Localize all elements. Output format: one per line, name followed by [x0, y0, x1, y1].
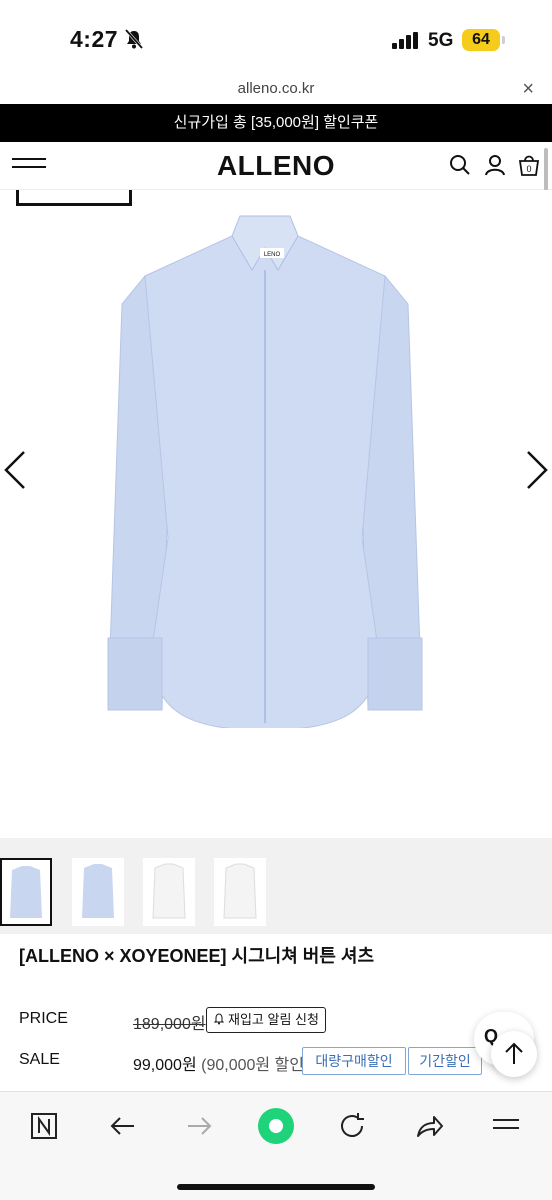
search-icon[interactable] [448, 153, 472, 177]
battery-level: 64 [462, 29, 500, 51]
thumbnail[interactable] [0, 858, 52, 926]
reload-icon[interactable] [336, 1110, 368, 1142]
bell-icon [213, 1013, 225, 1025]
url-text[interactable]: alleno.co.kr [0, 80, 552, 97]
status-bar: 4:27 5G 64 [0, 0, 552, 80]
home-indicator [177, 1184, 375, 1190]
cart-count: 0 [526, 164, 531, 174]
svg-text:LENO: LENO [264, 252, 281, 258]
period-discount-button[interactable]: 기간할인 [408, 1047, 482, 1075]
brand-stamp: XOYEONEE [16, 190, 132, 206]
status-time: 4:27 [70, 26, 119, 52]
signal-icon [392, 32, 418, 49]
promo-banner[interactable]: 신규가입 총 [35,000원] 할인쿠폰 [0, 104, 552, 142]
naver-home-icon[interactable] [28, 1110, 60, 1142]
sale-price-line: 99,000원 (90,000원 할인) [133, 1051, 309, 1075]
close-icon[interactable]: × [522, 78, 534, 101]
network-type: 5G [428, 30, 454, 51]
shirt-image: LENO [107, 215, 423, 728]
restock-alert-button[interactable]: 재입고 알림 신청 [206, 1007, 326, 1033]
forward-arrow-icon[interactable] [184, 1110, 216, 1142]
thumbnail[interactable] [72, 858, 124, 926]
price-label: PRICE [19, 1010, 68, 1027]
user-icon[interactable] [483, 153, 507, 177]
site-header: ALLENO 0 [0, 142, 552, 190]
thumbnail[interactable] [143, 858, 195, 926]
thumbnail-strip [0, 838, 552, 934]
battery-tip [502, 36, 505, 44]
product-main-image[interactable]: XOYEONEE LENO [0, 190, 552, 838]
next-image-icon[interactable] [524, 448, 550, 492]
prev-image-icon[interactable] [2, 448, 28, 492]
cart-icon[interactable]: 0 [517, 153, 541, 177]
restock-alert-label: 재입고 알림 신청 [228, 1012, 319, 1027]
menu-icon[interactable] [490, 1110, 522, 1142]
thumbnail[interactable] [214, 858, 266, 926]
share-icon[interactable] [414, 1110, 446, 1142]
back-arrow-icon[interactable] [106, 1110, 138, 1142]
bulk-discount-button[interactable]: 대량구매할인 [302, 1047, 406, 1075]
silent-bell-icon [124, 29, 144, 49]
url-bar[interactable]: alleno.co.kr × [0, 78, 552, 104]
product-title: [ALLENO × XOYEONEE] 시그니쳐 버튼 셔츠 [19, 946, 375, 966]
green-dot-home-icon[interactable] [256, 1106, 296, 1146]
sale-label: SALE [19, 1051, 60, 1068]
original-price: 189,000원 [133, 1016, 206, 1033]
sale-discount: (90,000원 할인) [201, 1057, 310, 1074]
arrow-up-icon [505, 1042, 523, 1064]
scroll-top-button[interactable] [491, 1031, 537, 1077]
sale-price: 99,000원 [133, 1057, 197, 1074]
